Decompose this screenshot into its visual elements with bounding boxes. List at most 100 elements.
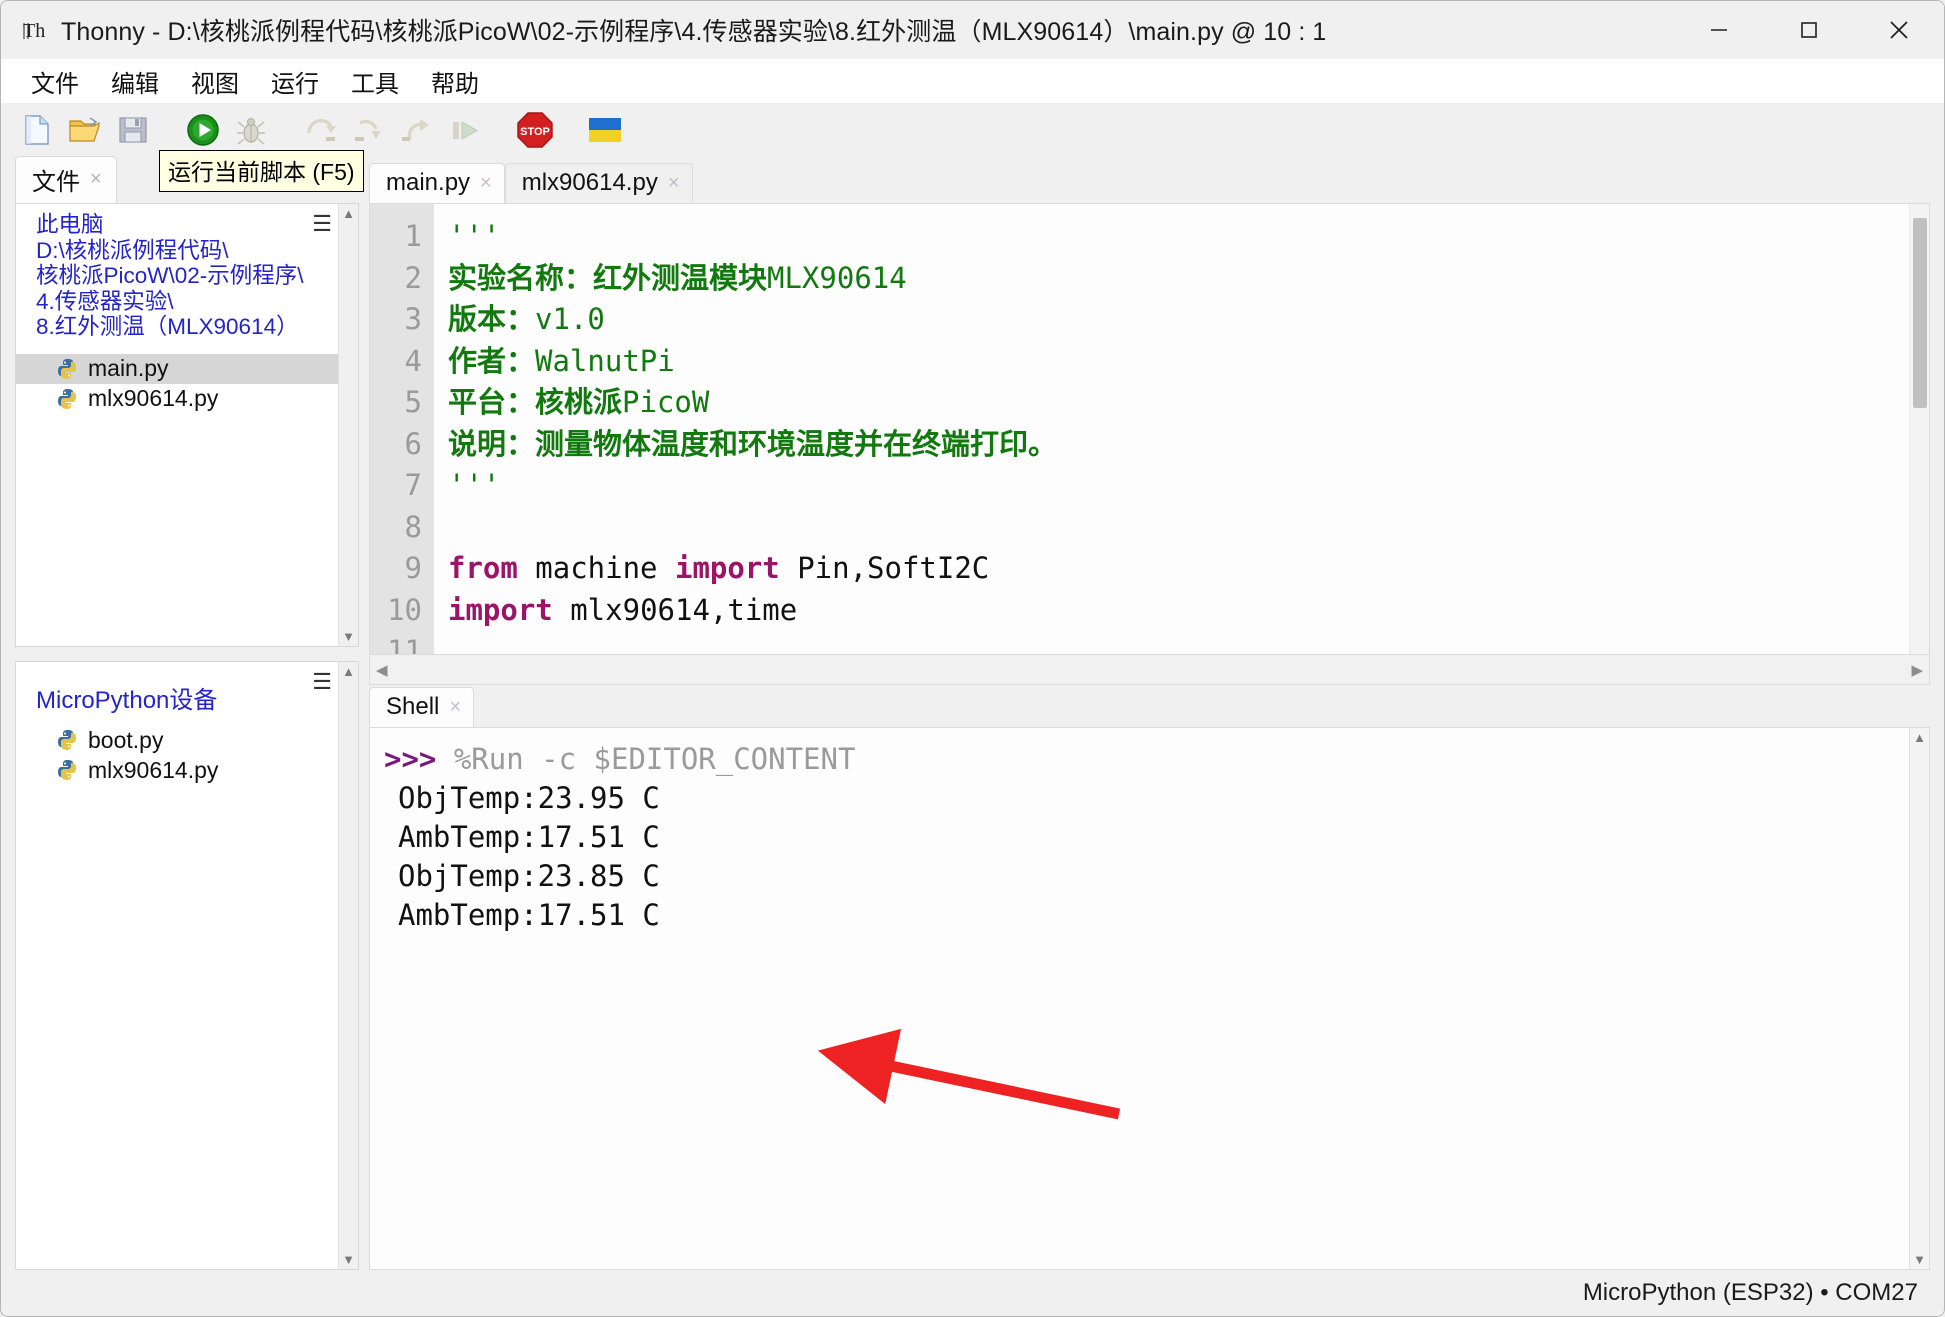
code-token: ''' — [448, 468, 501, 502]
close-icon[interactable]: × — [480, 172, 492, 195]
shell-prompt: >>> — [384, 742, 454, 776]
status-bar: MicroPython (ESP32) • COM27 — [1, 1270, 1944, 1316]
step-into-button[interactable] — [347, 110, 391, 154]
scroll-down-icon[interactable]: ▼ — [342, 630, 355, 643]
code-token: machine — [517, 551, 675, 585]
right-panel: main.py × mlx90614.py × 1 2 3 4 5 6 7 8 9 10 11 ''… — [359, 161, 1944, 1270]
tab-files-label: 文件 — [32, 169, 80, 196]
run-script-button[interactable] — [181, 110, 225, 154]
resume-button[interactable] — [443, 110, 487, 154]
menu-bar: 文件 编辑 视图 运行 工具 帮助 — [1, 59, 1944, 103]
scroll-left-icon[interactable]: ◀ — [376, 661, 388, 679]
tab-files[interactable]: 文件 × — [15, 156, 117, 203]
menu-file[interactable]: 文件 — [15, 61, 95, 102]
list-item-label: boot.py — [88, 726, 164, 753]
debug-bug-icon — [234, 113, 268, 152]
shell-panel[interactable]: >>> %Run -c $EDITOR_CONTENT ObjTemp:23.95… — [369, 727, 1930, 1270]
list-item[interactable]: mlx90614.py — [16, 384, 338, 414]
menu-edit[interactable]: 编辑 — [95, 61, 175, 102]
scroll-down-icon[interactable]: ▼ — [1913, 1253, 1926, 1266]
line-number: 6 — [404, 426, 422, 461]
open-file-button[interactable] — [63, 110, 107, 154]
list-item[interactable]: boot.py — [16, 725, 338, 755]
scroll-up-icon[interactable]: ▲ — [342, 207, 355, 220]
hamburger-icon[interactable]: ☰ — [312, 669, 332, 695]
code-token: v1.0 — [535, 302, 605, 336]
editor-scroll-thumb[interactable] — [1913, 218, 1927, 408]
code-content[interactable]: ''' 实验名称：红外测温模块MLX90614 版本：v1.0 作者：WalnutPi… — [434, 204, 1909, 654]
list-item[interactable]: mlx90614.py — [16, 755, 338, 785]
svg-text:STOP: STOP — [520, 126, 550, 138]
code-line: 作者：WalnutPi — [448, 341, 1909, 383]
code-token: from — [448, 551, 518, 585]
scroll-up-icon[interactable]: ▲ — [1913, 731, 1926, 744]
close-button[interactable] — [1854, 1, 1944, 59]
code-token: import — [674, 551, 780, 585]
close-icon[interactable]: × — [449, 696, 461, 719]
device-tree-scrollbar[interactable]: ▲ ▼ — [338, 662, 358, 1269]
path-line: 8.红外测温（MLX90614） — [36, 314, 299, 339]
svg-text:Th: Th — [23, 20, 45, 42]
local-files-content: 此电脑 D:\核桃派例程代码\ 核桃派PicoW\02-示例程序\ 4.传感器实… — [16, 204, 338, 646]
list-item-label: mlx90614.py — [88, 385, 219, 411]
debug-script-button[interactable] — [229, 110, 273, 154]
thonny-logo-icon: Th — [23, 17, 49, 43]
save-disk-icon — [118, 115, 148, 150]
shell-output[interactable]: >>> %Run -c $EDITOR_CONTENT ObjTemp:23.95… — [370, 728, 1909, 1269]
code-token: 作者： — [448, 343, 536, 378]
line-number-gutter: 1 2 3 4 5 6 7 8 9 10 11 — [370, 204, 434, 654]
thonny-window: Th Thonny - D:\核桃派例程代码\核桃派PicoW\02-示例程序\… — [0, 0, 1945, 1317]
python-file-icon — [56, 358, 78, 380]
minimize-button[interactable] — [1674, 1, 1764, 59]
menu-view[interactable]: 视图 — [175, 61, 255, 102]
close-icon[interactable]: × — [90, 168, 102, 191]
step-over-button[interactable] — [299, 110, 343, 154]
shell-output-line: ObjTemp:23.95 C — [398, 781, 660, 815]
step-over-icon — [304, 115, 338, 150]
code-line: 平台：核桃派PicoW — [448, 382, 1909, 424]
menu-tools[interactable]: 工具 — [335, 61, 415, 102]
stop-icon: STOP — [516, 111, 554, 154]
scroll-up-icon[interactable]: ▲ — [342, 665, 355, 678]
step-out-button[interactable] — [395, 110, 439, 154]
close-icon[interactable]: × — [668, 172, 680, 195]
editor-scrollbar[interactable] — [1909, 204, 1929, 654]
local-tree-scrollbar[interactable]: ▲ ▼ — [338, 204, 358, 646]
scroll-down-icon[interactable]: ▼ — [342, 1253, 355, 1266]
line-number: 10 — [387, 592, 422, 627]
tab-shell[interactable]: Shell × — [369, 687, 475, 727]
code-line: from machine import Pin,SoftI2C — [448, 548, 1909, 590]
shell-output-line: ObjTemp:23.85 C — [398, 859, 660, 893]
run-play-icon — [185, 112, 221, 153]
code-line: 版本：v1.0 — [448, 299, 1909, 341]
save-file-button[interactable] — [111, 110, 155, 154]
path-line: D:\核桃派例程代码\ — [36, 237, 229, 263]
device-files-tree[interactable]: ☰ MicroPython设备 boot.py mlx90614.py ▲ ▼ — [15, 661, 359, 1270]
code-token: 平台：核桃派 — [448, 385, 623, 419]
tab-main-py[interactable]: main.py × — [369, 163, 505, 203]
code-token: 版本： — [448, 302, 536, 336]
scroll-right-icon[interactable]: ▶ — [1911, 661, 1923, 679]
maximize-button[interactable] — [1764, 1, 1854, 59]
code-editor[interactable]: 1 2 3 4 5 6 7 8 9 10 11 ''' 实验名称：红外测温模块MLX90614 版本：v… — [369, 203, 1930, 655]
code-line: import mlx90614,time — [448, 590, 1909, 632]
list-item[interactable]: main.py — [16, 353, 338, 384]
device-panel-title: MicroPython设备 — [36, 687, 218, 714]
hamburger-icon[interactable]: ☰ — [312, 211, 332, 237]
shell-output-line: AmbTemp:17.51 C — [398, 820, 660, 854]
local-files-tree[interactable]: ☰ 此电脑 D:\核桃派例程代码\ 核桃派PicoW\02-示例程序\ 4.传感… — [15, 203, 359, 647]
editor-horizontal-scrollbar[interactable]: ◀ ▶ — [369, 655, 1930, 685]
stop-button[interactable]: STOP — [513, 110, 557, 154]
left-panel: 文件 × ☰ 此电脑 D:\核桃派例程代码\ 核桃派PicoW\02-示例程序\… — [1, 156, 359, 1270]
menu-help[interactable]: 帮助 — [415, 61, 495, 102]
panel-divider — [15, 647, 359, 661]
tab-mlx90614-py[interactable]: mlx90614.py × — [504, 163, 693, 203]
path-line: 此电脑 — [36, 212, 104, 237]
menu-run[interactable]: 运行 — [255, 61, 335, 102]
new-file-button[interactable] — [15, 110, 59, 154]
shell-scrollbar[interactable]: ▲ ▼ — [1909, 728, 1929, 1269]
ukraine-flag-button[interactable] — [583, 110, 627, 154]
interpreter-status[interactable]: MicroPython (ESP32) • COM27 — [1583, 1279, 1918, 1307]
